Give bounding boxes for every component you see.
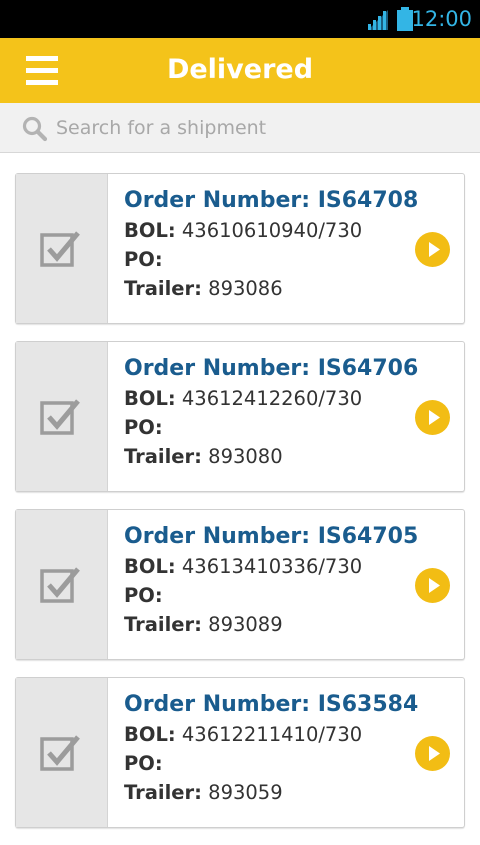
open-shipment-button[interactable] [415,568,450,603]
trailer-line: Trailer: 893080 [124,445,283,468]
trailer-line: Trailer: 893059 [124,781,283,804]
po-line: PO: [124,416,163,439]
bol-line: BOL: 43612211410/730 [124,723,363,746]
po-line: PO: [124,584,163,607]
status-panel [16,678,108,827]
status-panel [16,342,108,491]
play-icon [429,746,440,761]
shipment-list: Order Number: IS64708 BOL: 43610610940/7… [15,173,465,845]
open-shipment-button[interactable] [415,736,450,771]
play-icon [429,242,440,257]
shipment-card[interactable]: Order Number: IS64706 BOL: 43612412260/7… [15,341,465,492]
order-number: Order Number: IS64705 [124,524,419,549]
po-line: PO: [124,248,163,271]
order-number: Order Number: IS63584 [124,692,419,717]
checkbox-checked-icon [40,231,80,267]
trailer-line: Trailer: 893086 [124,277,283,300]
app-bar: Delivered [0,38,480,103]
shipment-card[interactable]: Order Number: IS64705 BOL: 43613410336/7… [15,509,465,660]
status-time: 12:00 [411,7,472,31]
open-shipment-button[interactable] [415,400,450,435]
checkbox-checked-icon [40,399,80,435]
shipment-card[interactable]: Order Number: IS63584 BOL: 43612211410/7… [15,677,465,828]
order-number: Order Number: IS64708 [124,188,419,213]
signal-icon [368,10,388,30]
open-shipment-button[interactable] [415,232,450,267]
bol-line: BOL: 43613410336/730 [124,555,363,578]
po-line: PO: [124,752,163,775]
order-number: Order Number: IS64706 [124,356,419,381]
shipment-card[interactable]: Order Number: IS64708 BOL: 43610610940/7… [15,173,465,324]
status-panel [16,510,108,659]
search-icon [22,116,48,142]
play-icon [429,578,440,593]
checkbox-checked-icon [40,735,80,771]
search-input[interactable] [54,110,458,146]
page-title: Delivered [166,54,314,85]
status-panel [16,174,108,323]
bol-line: BOL: 43612412260/730 [124,387,363,410]
checkbox-checked-icon [40,567,80,603]
bol-line: BOL: 43610610940/730 [124,219,363,242]
trailer-line: Trailer: 893089 [124,613,283,636]
search-bar [0,103,480,153]
play-icon [429,410,440,425]
status-bar: 12:00 [0,0,480,38]
